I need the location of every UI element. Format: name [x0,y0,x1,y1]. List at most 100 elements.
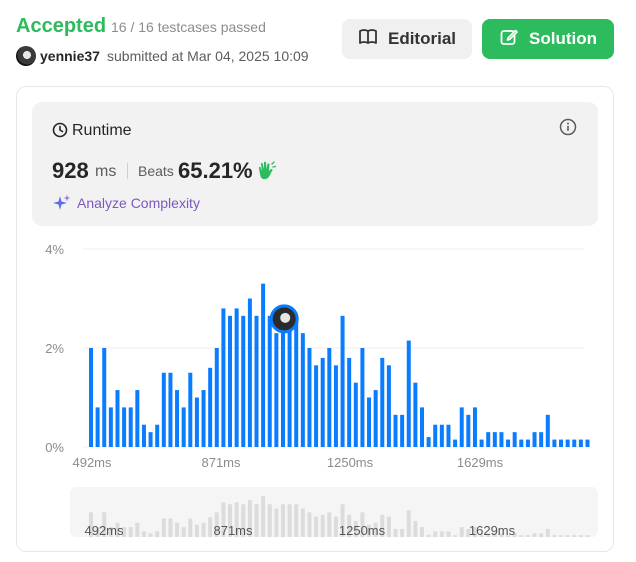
chart-bar[interactable] [155,424,160,447]
chart-bar[interactable] [161,372,166,447]
minimap-bar [327,512,332,537]
chart-bar[interactable] [367,397,372,448]
chart-bar[interactable] [327,348,332,447]
chart-bar[interactable] [572,439,577,447]
chart-bar[interactable] [565,439,570,447]
chart-bar[interactable] [433,424,438,447]
chart-bar[interactable] [559,439,564,447]
chart-bar[interactable] [247,298,252,448]
chart-bar[interactable] [545,414,550,447]
runtime-distribution-chart: 4% 2% 0% 492ms 871ms 1250ms 1629ms 492ms 871ms 12… [45,242,590,538]
minimap-bar [446,531,451,537]
chart-bar[interactable] [453,439,458,447]
chart-bar[interactable] [201,390,206,447]
chart-bar[interactable] [115,390,120,447]
minimap-bar [135,522,140,537]
chart-bar[interactable] [413,382,418,447]
minimap-bar [420,527,424,537]
y-tick-label: 4% [45,242,64,257]
chart-bar[interactable] [532,432,537,447]
chart-bar[interactable] [314,365,319,447]
y-tick-label: 0% [45,440,64,455]
chart-bar[interactable] [492,432,497,447]
chart-bar[interactable] [552,439,557,447]
chart-bar[interactable] [525,439,530,447]
chart-bar[interactable] [267,315,272,447]
chart-bar[interactable] [241,315,246,447]
chart-bar[interactable] [459,407,464,447]
chart-bar[interactable] [426,437,431,447]
chart-bar[interactable] [168,372,173,447]
chart-bar[interactable] [479,439,484,447]
chart-bar[interactable] [188,372,193,447]
chart-bar[interactable] [340,315,345,447]
chart-bar[interactable] [287,315,292,447]
minimap-bar [459,527,464,537]
chart-bar[interactable] [234,308,239,447]
chart-bar[interactable] [353,382,358,447]
chart-bar[interactable] [506,439,511,447]
chart-bar[interactable] [175,390,180,447]
chart-bar[interactable] [108,407,113,447]
chart-bar[interactable] [519,439,524,447]
chart-bar[interactable] [228,315,233,447]
minimap-bar [519,535,524,537]
chart-bar[interactable] [122,407,127,447]
chart-bar[interactable] [102,348,107,447]
chart-bar[interactable] [214,348,219,447]
chart-bar[interactable] [539,432,544,447]
chart-bar[interactable] [128,407,133,447]
minimap-tick-label: 871ms [213,523,253,538]
chart-bar[interactable] [360,348,365,447]
chart-bar[interactable] [499,432,504,447]
chart-bar[interactable] [148,432,153,447]
chart-bar[interactable] [400,414,405,447]
chart-bar[interactable] [141,424,146,447]
chart-bar[interactable] [347,357,352,447]
minimap-bar [280,504,285,537]
minimap-bar [426,534,431,537]
chart-bar[interactable] [320,357,325,447]
minimap-bar [175,522,180,537]
minimap-bar [300,508,305,537]
chart-bar[interactable] [95,407,100,447]
minimap-bar [386,516,391,537]
chart-bar[interactable] [393,414,398,447]
chart-bar[interactable] [486,432,491,447]
minimap-bar [188,518,193,537]
minimap-bar [525,535,530,537]
chart-bar[interactable] [420,407,424,447]
chart-bar[interactable] [333,365,338,447]
minimap-bar [453,535,458,537]
minimap-bar [254,504,259,537]
chart-bar[interactable] [406,340,411,447]
chart-bar[interactable] [373,390,378,447]
chart-bar[interactable] [300,333,305,447]
minimap-bar [578,535,583,537]
chart-bar[interactable] [472,407,477,447]
chart-bar[interactable] [261,283,266,447]
minimap-bar [267,504,272,537]
chart-bar[interactable] [294,315,299,447]
chart-bar[interactable] [585,439,590,447]
chart-bar[interactable] [446,424,451,447]
chart-bar[interactable] [380,357,385,447]
chart-bar[interactable] [274,333,279,447]
minimap-bar [208,517,213,537]
minimap-bar [565,535,570,537]
chart-bar[interactable] [280,315,285,447]
chart-bar[interactable] [512,432,517,447]
chart-bar[interactable] [194,397,199,448]
chart-bar[interactable] [135,390,140,447]
chart-bar[interactable] [307,348,312,447]
chart-bar[interactable] [221,308,226,447]
chart-bar[interactable] [254,315,259,447]
chart-bar[interactable] [578,439,583,447]
chart-bar[interactable] [181,407,186,447]
chart-bar[interactable] [386,365,391,447]
chart-bar[interactable] [466,414,471,447]
chart-bar[interactable] [89,348,93,447]
minimap-bar [261,496,266,537]
chart-bar[interactable] [208,367,213,447]
chart-bar[interactable] [439,424,444,447]
